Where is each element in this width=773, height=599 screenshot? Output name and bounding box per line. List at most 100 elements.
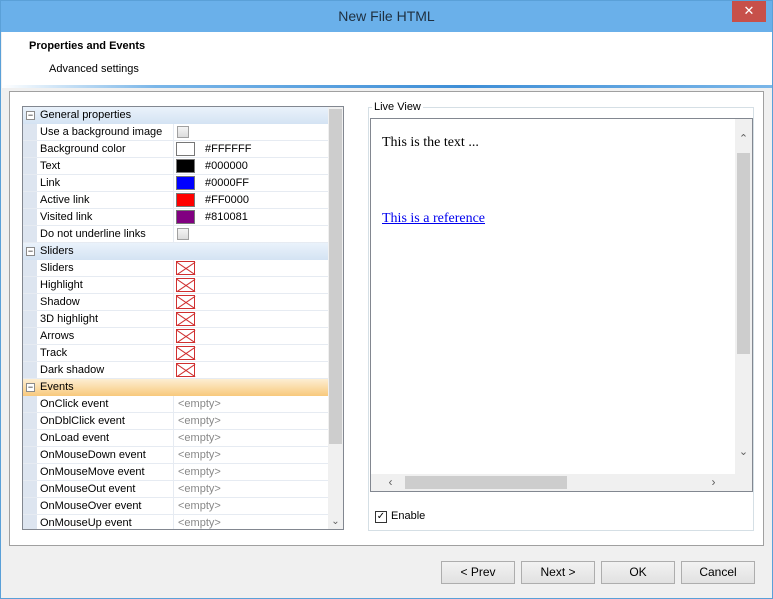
- property-value[interactable]: [173, 124, 328, 140]
- property-value[interactable]: [173, 277, 328, 293]
- property-value[interactable]: <empty>: [173, 464, 328, 480]
- property-row[interactable]: Use a background image: [23, 124, 328, 141]
- no-color-icon[interactable]: [176, 295, 195, 309]
- event-value: <empty>: [178, 398, 221, 410]
- property-checkbox[interactable]: [177, 126, 189, 138]
- property-row[interactable]: OnMouseUp event <empty>: [23, 515, 328, 529]
- scroll-left-icon[interactable]: ‹: [382, 474, 399, 491]
- live-view-hscrollbar[interactable]: ‹ ›: [371, 474, 737, 491]
- no-color-icon[interactable]: [176, 278, 195, 292]
- property-name: OnLoad event: [40, 432, 110, 444]
- no-color-icon[interactable]: [176, 363, 195, 377]
- property-row[interactable]: Sliders: [23, 260, 328, 277]
- property-value[interactable]: [173, 328, 328, 344]
- collapse-icon[interactable]: −: [26, 247, 35, 256]
- property-row[interactable]: Arrows: [23, 328, 328, 345]
- category-header[interactable]: − General properties: [23, 107, 328, 124]
- prev-button[interactable]: < Prev: [441, 561, 515, 584]
- property-value[interactable]: #FFFFFF: [173, 141, 328, 157]
- property-row[interactable]: OnDblClick event <empty>: [23, 413, 328, 430]
- property-name: OnMouseOver event: [40, 500, 142, 512]
- property-value[interactable]: [173, 294, 328, 310]
- property-row[interactable]: OnMouseOut event <empty>: [23, 481, 328, 498]
- property-value[interactable]: #0000FF: [173, 175, 328, 191]
- wizard-header: Properties and Events Advanced settings: [2, 32, 772, 88]
- color-swatch[interactable]: [176, 159, 195, 173]
- preview-link[interactable]: This is a reference: [382, 211, 485, 227]
- color-swatch[interactable]: [176, 210, 195, 224]
- collapse-icon[interactable]: −: [26, 111, 35, 120]
- property-value[interactable]: #FF0000: [173, 192, 328, 208]
- property-value[interactable]: <empty>: [173, 515, 328, 529]
- property-grid-rows: − General properties Use a background imag…: [23, 107, 328, 529]
- property-value[interactable]: #000000: [173, 158, 328, 174]
- property-value[interactable]: <empty>: [173, 430, 328, 446]
- no-color-icon[interactable]: [176, 312, 195, 326]
- property-name: Active link: [40, 194, 90, 206]
- hscroll-thumb[interactable]: [405, 476, 567, 489]
- property-name: Use a background image: [40, 126, 163, 138]
- scroll-right-icon[interactable]: ›: [705, 474, 722, 491]
- scroll-corner: [735, 474, 752, 491]
- category-label: Events: [40, 381, 74, 393]
- property-name: Track: [40, 347, 68, 359]
- event-value: <empty>: [178, 500, 221, 512]
- property-value[interactable]: <empty>: [173, 498, 328, 514]
- property-row[interactable]: 3D highlight: [23, 311, 328, 328]
- property-name: Link: [40, 177, 61, 189]
- color-swatch[interactable]: [176, 142, 195, 156]
- property-value[interactable]: <empty>: [173, 447, 328, 463]
- property-row[interactable]: Dark shadow: [23, 362, 328, 379]
- color-swatch[interactable]: [176, 176, 195, 190]
- event-value: <empty>: [178, 449, 221, 461]
- next-button[interactable]: Next >: [521, 561, 595, 584]
- color-swatch[interactable]: [176, 193, 195, 207]
- property-row[interactable]: Link #0000FF: [23, 175, 328, 192]
- property-value[interactable]: [173, 311, 328, 327]
- category-header[interactable]: − Sliders: [23, 243, 328, 260]
- scroll-up-icon[interactable]: ⌃: [735, 131, 752, 148]
- no-color-icon[interactable]: [176, 346, 195, 360]
- property-row[interactable]: OnLoad event <empty>: [23, 430, 328, 447]
- scrollbar-thumb[interactable]: [329, 109, 342, 444]
- property-row[interactable]: Shadow: [23, 294, 328, 311]
- property-value[interactable]: <empty>: [173, 481, 328, 497]
- property-value[interactable]: <empty>: [173, 413, 328, 429]
- no-color-icon[interactable]: [176, 329, 195, 343]
- property-grid[interactable]: − General properties Use a background imag…: [22, 106, 344, 530]
- property-row[interactable]: Visited link #810081: [23, 209, 328, 226]
- ok-button[interactable]: OK: [601, 561, 675, 584]
- property-row[interactable]: Background color #FFFFFF: [23, 141, 328, 158]
- live-view-caption: Live View: [372, 101, 423, 113]
- live-view-vscrollbar[interactable]: ⌃ ⌄: [735, 119, 752, 476]
- property-checkbox[interactable]: [177, 228, 189, 240]
- property-value[interactable]: #810081: [173, 209, 328, 225]
- cancel-button[interactable]: Cancel: [681, 561, 755, 584]
- enable-label: Enable: [391, 510, 426, 522]
- property-grid-scrollbar[interactable]: ⌄: [328, 107, 343, 529]
- property-value[interactable]: [173, 260, 328, 276]
- no-color-icon[interactable]: [176, 261, 195, 275]
- property-row[interactable]: Do not underline links: [23, 226, 328, 243]
- close-button[interactable]: ✕: [732, 1, 766, 22]
- property-value[interactable]: <empty>: [173, 396, 328, 412]
- property-row[interactable]: OnMouseDown event <empty>: [23, 447, 328, 464]
- header-subtitle: Advanced settings: [49, 63, 139, 75]
- property-row[interactable]: Text #000000: [23, 158, 328, 175]
- property-value[interactable]: [173, 362, 328, 378]
- property-row[interactable]: OnClick event <empty>: [23, 396, 328, 413]
- property-value[interactable]: [173, 345, 328, 361]
- property-value[interactable]: [173, 226, 328, 242]
- scroll-down-icon[interactable]: ⌄: [329, 516, 342, 528]
- enable-checkbox[interactable]: ✓: [375, 511, 387, 523]
- vscroll-thumb[interactable]: [737, 153, 750, 354]
- property-row[interactable]: Track: [23, 345, 328, 362]
- property-row[interactable]: Active link #FF0000: [23, 192, 328, 209]
- property-name: Arrows: [40, 330, 75, 342]
- collapse-icon[interactable]: −: [26, 383, 35, 392]
- property-row[interactable]: OnMouseOver event <empty>: [23, 498, 328, 515]
- property-row[interactable]: Highlight: [23, 277, 328, 294]
- property-row[interactable]: OnMouseMove event <empty>: [23, 464, 328, 481]
- scroll-down-icon[interactable]: ⌄: [735, 444, 752, 461]
- category-header[interactable]: − Events: [23, 379, 328, 396]
